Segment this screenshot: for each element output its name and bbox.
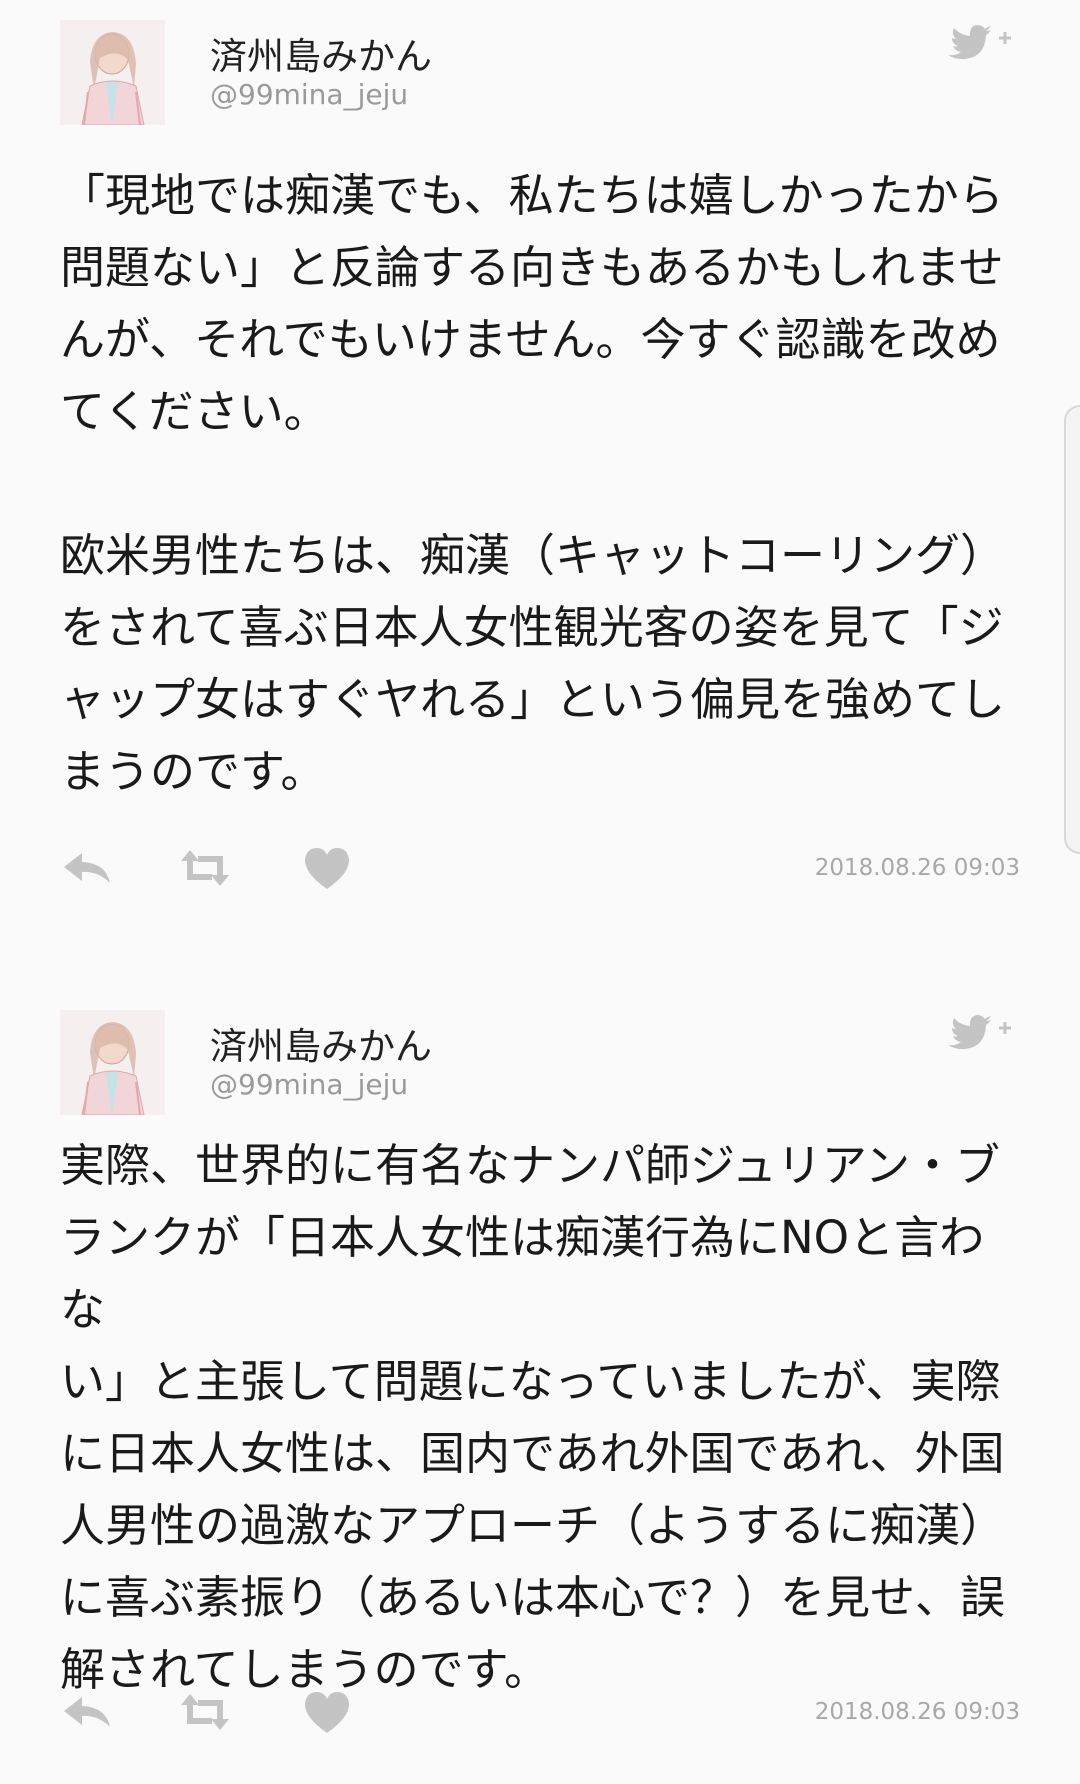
avatar[interactable] — [60, 1010, 165, 1115]
tweet-card: 済州島みかん @99mina_jeju 「現地では痴漢でも、私たちは嬉しかったか… — [0, 0, 1080, 930]
tweet-paragraph: 実際、世界的に有名なナンパ師ジュリアン・ブ ランクが「日本人女性は痴漢行為にNO… — [60, 1139, 1006, 1696]
user-handle[interactable]: @99mina_jeju — [210, 78, 408, 111]
tweet-text: 実際、世界的に有名なナンパ師ジュリアン・ブ ランクが「日本人女性は痴漢行為にNO… — [60, 1130, 1020, 1706]
display-name[interactable]: 済州島みかん — [210, 26, 432, 80]
reply-icon[interactable] — [60, 843, 114, 893]
tweet-actions — [60, 1687, 380, 1737]
tweet-card: 済州島みかん @99mina_jeju 実際、世界的に有名なナンパ師ジュリアン・… — [0, 990, 1080, 1784]
display-name[interactable]: 済州島みかん — [210, 1016, 432, 1070]
tweet-text: 「現地では痴漢でも、私たちは嬉しかったから 問題ない」と反論する向きもあるかもし… — [60, 160, 1020, 808]
user-handle[interactable]: @99mina_jeju — [210, 1068, 408, 1101]
timestamp[interactable]: 2018.08.26 09:03 — [815, 855, 1020, 881]
edge-scroll-handle[interactable] — [1064, 405, 1080, 854]
timestamp[interactable]: 2018.08.26 09:03 — [815, 1699, 1020, 1725]
retweet-icon[interactable] — [178, 843, 232, 893]
twitter-follow-icon[interactable] — [945, 18, 1015, 62]
tweet-actions — [60, 843, 380, 893]
tweet-paragraph: 欧米男性たちは、痴漢（キャットコーリング） をされて喜ぶ日本人女性観光客の姿を見… — [60, 529, 1006, 798]
heart-icon[interactable] — [300, 843, 354, 893]
avatar[interactable] — [60, 20, 165, 125]
retweet-icon[interactable] — [178, 1687, 232, 1737]
twitter-follow-icon[interactable] — [945, 1008, 1015, 1052]
reply-icon[interactable] — [60, 1687, 114, 1737]
tweet-paragraph: 「現地では痴漢でも、私たちは嬉しかったから 問題ない」と反論する向きもあるかもし… — [60, 169, 1004, 438]
heart-icon[interactable] — [300, 1687, 354, 1737]
